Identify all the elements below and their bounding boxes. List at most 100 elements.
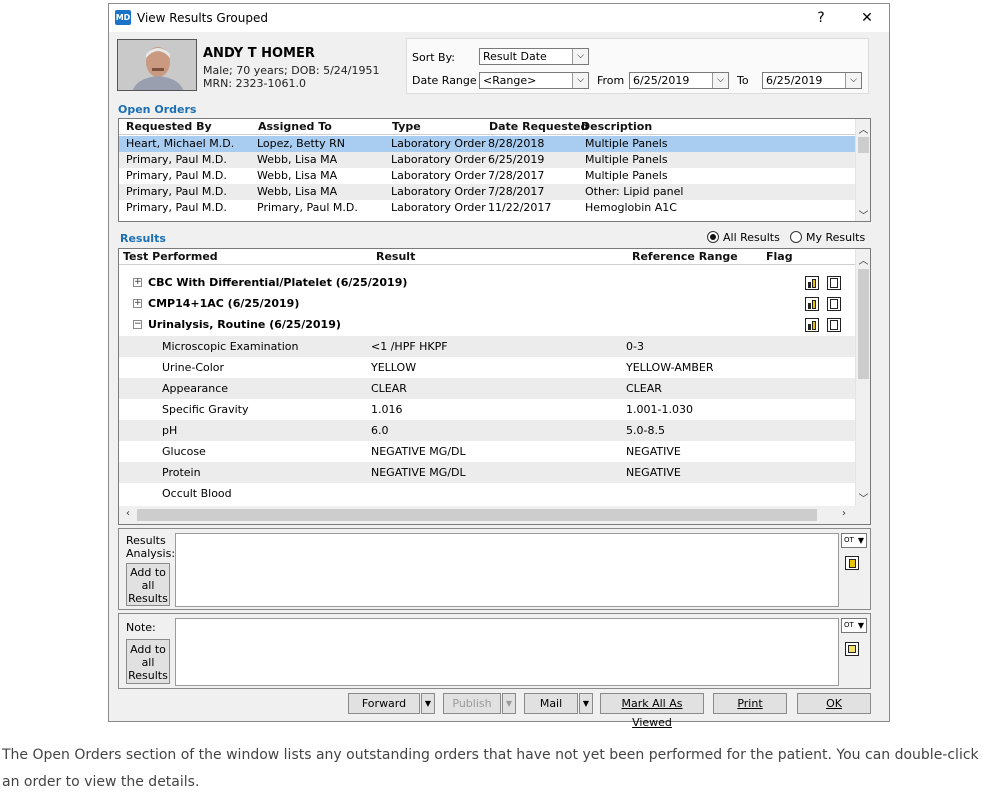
graph-icon[interactable] [805,318,819,332]
result-cell: Appearance [162,382,229,395]
help-caption: The Open Orders section of the window li… [2,747,979,790]
scroll-down-icon[interactable]: ﹀ [856,207,870,221]
order-cell: Laboratory Order [391,137,486,150]
col-flag[interactable]: Flag [766,250,793,263]
all-results-label[interactable]: All Results [723,231,780,244]
forward-dropdown-icon[interactable]: ▼ [421,693,435,714]
order-row[interactable]: Primary, Paul M.D. Primary, Paul M.D. Labo… [119,200,855,216]
expand-icon[interactable]: + [133,278,142,287]
note-icon[interactable] [827,318,841,332]
note-ot-dropdown[interactable]: OT ▼ [841,618,867,633]
result-cell: 5.0-8.5 [626,424,665,437]
publish-button: Publish [443,693,501,714]
from-date-picker[interactable]: 6/25/2019 ⌵ [629,72,729,89]
order-cell: 8/28/2018 [488,137,545,150]
sort-by-value: Result Date [483,50,547,63]
results-analysis-textarea[interactable] [175,533,839,607]
order-row[interactable]: Primary, Paul M.D. Webb, Lisa MA Laborator… [119,184,855,200]
to-date-picker[interactable]: 6/25/2019 ⌵ [762,72,862,89]
close-button[interactable]: ✕ [857,9,877,27]
order-cell: Primary, Paul M.D. [126,153,227,166]
from-label: From [597,74,625,87]
col-date-requested[interactable]: Date Requested [489,120,588,133]
add-note-to-all-button[interactable]: Add to all Results [126,639,170,684]
results-analysis-panel: Results Analysis: Add to all Results OT ▼ [118,528,871,610]
col-reference-range[interactable]: Reference Range [632,250,738,263]
sort-filter-panel: Sort By: Result Date ⌵ Date Range <Range… [406,38,869,94]
caret-down-icon: ▼ [857,621,864,630]
analysis-ot-dropdown[interactable]: OT ▼ [841,533,867,548]
note-icon[interactable] [827,276,841,290]
forward-button[interactable]: Forward [348,693,420,714]
caret-down-icon: ▼ [857,536,864,545]
all-results-radio[interactable] [707,231,719,243]
scroll-up-icon[interactable]: ︿ [856,121,870,136]
order-cell: Webb, Lisa MA [257,169,338,182]
result-cell: YELLOW-AMBER [626,361,714,374]
hscroll-thumb[interactable] [137,509,817,521]
my-results-label[interactable]: My Results [806,231,865,244]
note-textarea[interactable] [175,618,839,686]
col-test-performed[interactable]: Test Performed [123,250,218,263]
order-row[interactable]: Primary, Paul M.D. Webb, Lisa MA Laborator… [119,168,855,184]
note-icon[interactable] [827,297,841,311]
print-button[interactable]: Print [713,693,787,714]
results-title: Results [120,232,166,245]
open-orders-scrollbar[interactable]: ︿ ﹀ [855,119,870,221]
result-detail-row[interactable]: Occult Blood [119,483,855,504]
result-detail-row[interactable]: Microscopic Examination <1 /HPF HKPF 0-3 [119,336,855,357]
results-vscrollbar[interactable]: ︿ ﹀ [855,249,870,506]
scroll-right-icon[interactable]: › [837,508,851,519]
col-result[interactable]: Result [376,250,415,263]
note-template-icon[interactable] [845,642,859,656]
order-cell: Primary, Paul M.D. [126,201,227,214]
col-description[interactable]: Description [581,120,652,133]
col-type[interactable]: Type [392,120,421,133]
order-cell: Lopez, Betty RN [257,137,345,150]
date-range-select[interactable]: <Range> ⌵ [479,72,589,89]
result-group-row[interactable]: + CBC With Differential/Platelet (6/25/20… [119,273,855,293]
my-results-radio[interactable] [790,231,802,243]
expand-icon[interactable]: + [133,299,142,308]
result-detail-row[interactable]: Appearance CLEAR CLEAR [119,378,855,399]
sort-by-select[interactable]: Result Date ⌵ [479,48,589,65]
col-requested-by[interactable]: Requested By [126,120,212,133]
result-cell: NEGATIVE MG/DL [371,466,466,479]
scroll-thumb[interactable] [858,269,869,379]
result-group-row[interactable]: − Urinalysis, Routine (6/25/2019) [119,315,855,335]
result-group-row[interactable]: + CMP14+1AC (6/25/2019) [119,294,855,314]
graph-icon[interactable] [805,297,819,311]
result-cell: Occult Blood [162,487,232,500]
scroll-left-icon[interactable]: ‹ [121,508,135,519]
result-detail-row[interactable]: Specific Gravity 1.016 1.001-1.030 [119,399,855,420]
graph-icon[interactable] [805,276,819,290]
result-detail-row[interactable]: pH 6.0 5.0-8.5 [119,420,855,441]
result-detail-row[interactable]: Protein NEGATIVE MG/DL NEGATIVE [119,462,855,483]
result-cell: Urine-Color [162,361,225,374]
window-title: View Results Grouped [137,11,268,25]
results-hscrollbar[interactable]: ‹ › [119,506,870,524]
results-analysis-label: Results Analysis: [126,534,176,560]
order-row[interactable]: Primary, Paul M.D. Webb, Lisa MA Laborator… [119,152,855,168]
mail-dropdown-icon[interactable]: ▼ [579,693,593,714]
col-assigned-to[interactable]: Assigned To [258,120,332,133]
result-cell: Specific Gravity [162,403,249,416]
mark-all-viewed-button[interactable]: Mark All As Viewed [600,693,704,729]
order-row[interactable]: Heart, Michael M.D. Lopez, Betty RN Labora… [119,136,855,152]
result-detail-row[interactable]: Glucose NEGATIVE MG/DL NEGATIVE [119,441,855,462]
scroll-thumb[interactable] [858,137,869,153]
scroll-up-icon[interactable]: ︿ [856,252,870,267]
add-analysis-to-all-button[interactable]: Add to all Results [126,563,170,606]
result-cell: pH [162,424,178,437]
result-detail-row[interactable]: Urine-Color YELLOW YELLOW-AMBER [119,357,855,378]
mail-button[interactable]: Mail [524,693,578,714]
scroll-down-icon[interactable]: ﹀ [856,490,870,505]
help-button[interactable]: ? [811,9,831,27]
collapse-icon[interactable]: − [133,320,142,329]
open-orders-header: Requested By Assigned To Type Date Reque… [119,119,855,135]
result-cell: CLEAR [371,382,407,395]
order-cell: Laboratory Order [391,185,486,198]
ok-button[interactable]: OK [797,693,871,714]
order-cell: Laboratory Order [391,153,486,166]
analysis-template-icon[interactable] [845,556,859,570]
